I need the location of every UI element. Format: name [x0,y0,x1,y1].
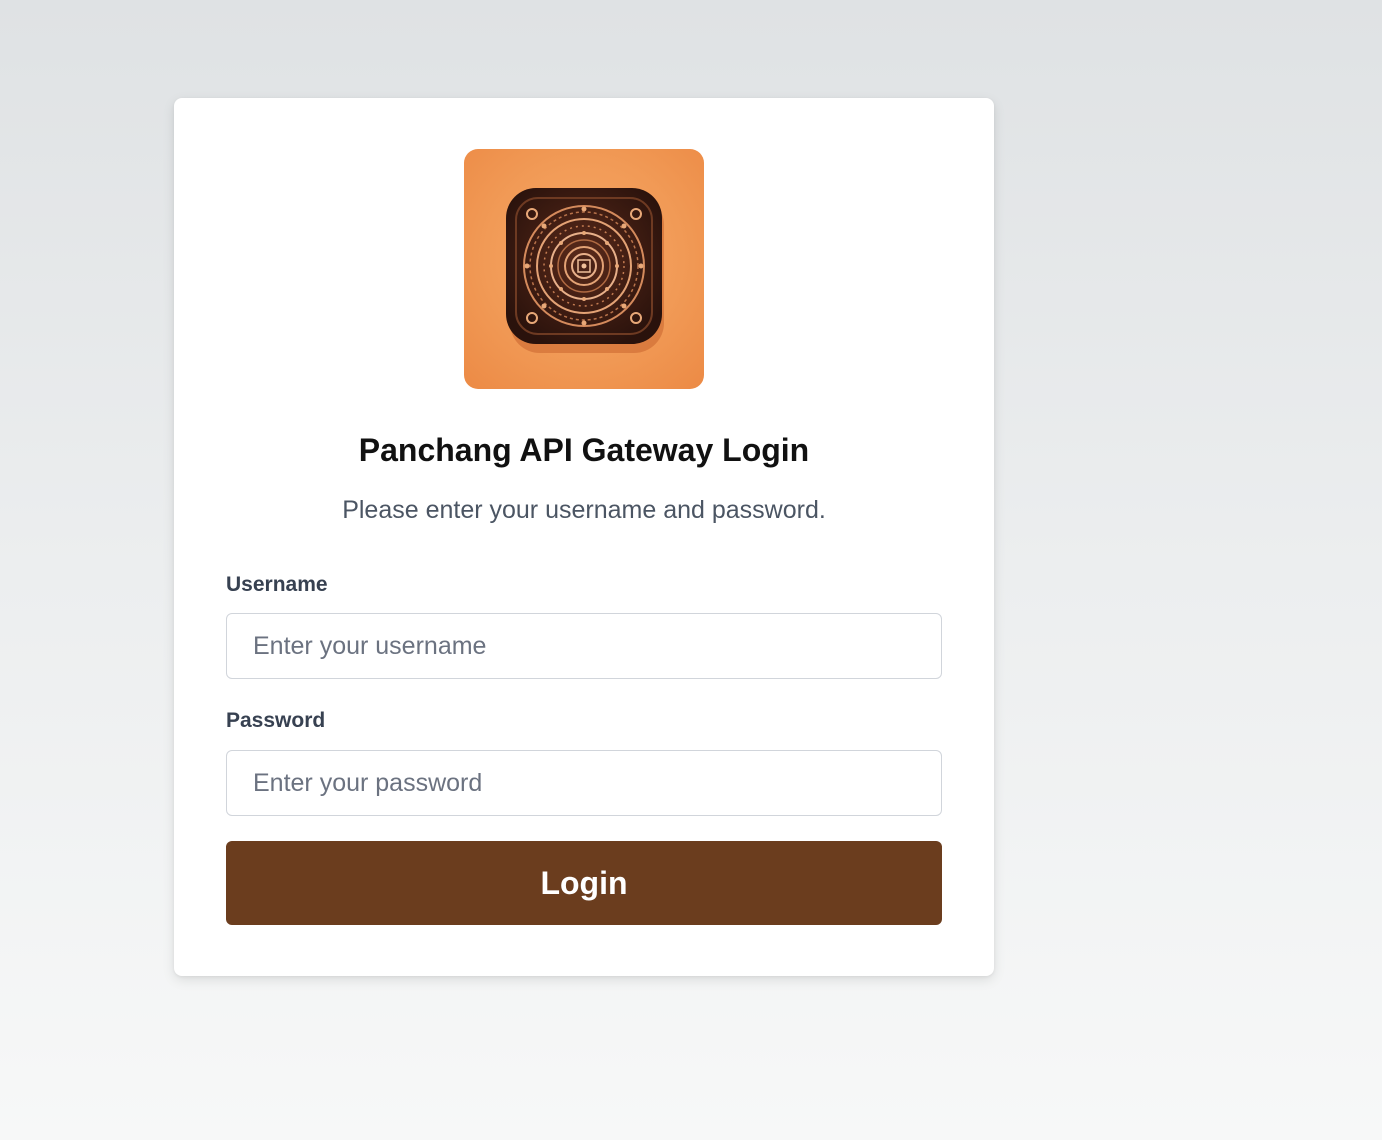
login-instructions: Please enter your username and password. [342,496,826,524]
login-card: Panchang API Gateway Login Please enter … [174,98,994,976]
mandala-icon [506,188,664,353]
login-button[interactable]: Login [226,841,942,925]
page-title: Panchang API Gateway Login [358,432,810,468]
username-input[interactable] [226,613,942,679]
password-input[interactable] [226,750,942,816]
password-label: Password [226,709,326,732]
app-logo-icon [464,149,704,389]
username-label: Username [226,573,328,596]
